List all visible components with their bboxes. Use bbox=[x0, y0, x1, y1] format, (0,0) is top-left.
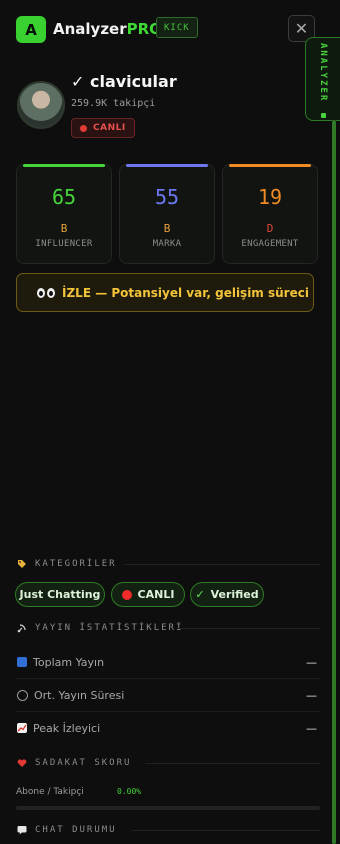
eyes-icon bbox=[37, 287, 55, 298]
category-tag-just-chatting[interactable]: Just Chatting bbox=[15, 582, 105, 607]
card-accent-bar bbox=[126, 164, 208, 167]
logo-badge: A bbox=[16, 16, 46, 43]
card-accent-bar bbox=[23, 164, 105, 167]
section-title: KATEGORİLER bbox=[35, 559, 117, 569]
divider bbox=[16, 678, 320, 679]
analyzer-side-tab[interactable]: ANALYZER bbox=[305, 37, 340, 121]
username: clavicular bbox=[89, 72, 177, 91]
stream-stats-header: YAYIN İSTATİSTİKLERİ bbox=[17, 621, 183, 635]
chat-header: CHAT DURUMU bbox=[17, 823, 117, 837]
scrollbar-thumb[interactable] bbox=[332, 120, 336, 844]
heart-icon bbox=[17, 759, 27, 767]
stat-label: Toplam Yayın bbox=[33, 655, 105, 669]
stat-label: Peak İzleyici bbox=[33, 721, 101, 735]
follower-count: 259.9K takipçi bbox=[71, 98, 156, 109]
score-value: 19 bbox=[257, 185, 283, 209]
score-grade: B bbox=[163, 222, 171, 235]
panel-header: A AnalyzerPRO KICK ✕ bbox=[0, 0, 340, 60]
red-circle-icon bbox=[121, 589, 132, 600]
side-tab-dot-icon bbox=[321, 113, 326, 118]
stat-row-total-streams: Toplam Yayın — bbox=[17, 653, 317, 671]
divider bbox=[16, 711, 320, 712]
verdict-text: İZLE — Potansiyel var, gelişim süreci bbox=[62, 285, 309, 300]
satellite-icon bbox=[17, 624, 26, 633]
score-grade: D bbox=[266, 222, 274, 235]
loyalty-value: 0.00% bbox=[117, 787, 142, 796]
live-dot-icon bbox=[80, 124, 87, 132]
score-label: MARKA bbox=[152, 239, 182, 249]
loyalty-bar-track bbox=[16, 806, 320, 810]
side-tab-label: ANALYZER bbox=[318, 43, 328, 103]
live-badge: CANLI bbox=[71, 118, 135, 138]
score-card-marka: 55 B MARKA bbox=[119, 164, 215, 264]
verified-check-icon: ✓ bbox=[71, 72, 85, 91]
score-value: 55 bbox=[154, 185, 180, 209]
numbers-icon bbox=[17, 657, 27, 667]
close-icon: ✕ bbox=[294, 19, 309, 38]
avatar bbox=[17, 81, 65, 129]
stat-value: — bbox=[306, 721, 317, 735]
score-label: ENGAGEMENT bbox=[241, 239, 299, 249]
section-title: CHAT DURUMU bbox=[35, 825, 117, 835]
streamer-name: ✓ clavicular bbox=[71, 72, 177, 91]
loyalty-header: SADAKAT SKORU bbox=[17, 756, 131, 770]
check-icon: ✓ bbox=[195, 588, 205, 601]
section-title: YAYIN İSTATİSTİKLERİ bbox=[35, 623, 184, 633]
tag-label: Verified bbox=[210, 588, 259, 601]
score-grade: B bbox=[60, 222, 68, 235]
categories-header: KATEGORİLER bbox=[17, 557, 117, 571]
score-card-influencer: 65 B INFLUENCER bbox=[16, 164, 112, 264]
tag-icon bbox=[18, 560, 26, 568]
loyalty-label: Abone / Takipçi bbox=[16, 787, 84, 797]
section-rule bbox=[124, 564, 320, 565]
score-label: INFLUENCER bbox=[35, 239, 93, 249]
brand-name: Analyzer bbox=[53, 20, 127, 38]
tag-label: CANLI bbox=[137, 588, 175, 601]
speech-bubble-icon bbox=[17, 826, 27, 835]
section-rule bbox=[145, 763, 320, 764]
score-card-engagement: 19 D ENGAGEMENT bbox=[222, 164, 318, 264]
stopwatch-icon bbox=[17, 689, 28, 701]
live-label: CANLI bbox=[93, 123, 126, 133]
category-tag-live[interactable]: CANLI bbox=[111, 582, 185, 607]
platform-badge: KICK bbox=[156, 17, 198, 38]
stat-row-peak-viewers: Peak İzleyici — bbox=[17, 719, 317, 737]
section-rule bbox=[132, 830, 320, 831]
verdict-banner: İZLE — Potansiyel var, gelişim süreci bbox=[16, 273, 314, 312]
section-title: SADAKAT SKORU bbox=[35, 758, 132, 768]
chart-increasing-icon bbox=[17, 723, 27, 733]
category-tag-verified[interactable]: ✓ Verified bbox=[190, 582, 264, 607]
stat-value: — bbox=[306, 688, 317, 702]
card-accent-bar bbox=[229, 164, 311, 167]
score-value: 65 bbox=[51, 185, 77, 209]
tag-label: Just Chatting bbox=[19, 588, 101, 601]
section-rule bbox=[178, 628, 320, 629]
analyzer-panel: A AnalyzerPRO KICK ✕ ANALYZER ✓ clavicul… bbox=[0, 0, 340, 844]
brand-title: AnalyzerPRO bbox=[53, 20, 162, 38]
stat-label: Ort. Yayın Süresi bbox=[34, 688, 125, 702]
stat-row-avg-duration: Ort. Yayın Süresi — bbox=[17, 686, 317, 704]
stat-value: — bbox=[306, 655, 317, 669]
